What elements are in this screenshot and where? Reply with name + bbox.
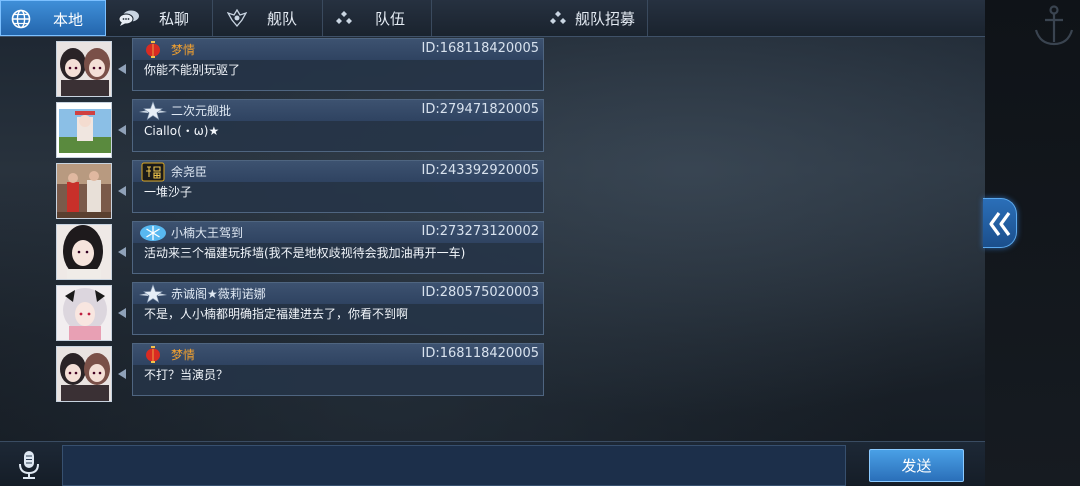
avatar[interactable] [56,41,112,97]
snowflake-badge-icon [139,223,167,243]
fleet-emblem-icon [226,8,248,31]
message-text: Ciallo(・ω)★ [144,124,220,138]
avatar[interactable] [56,285,112,341]
sender-id: ID:168118420005 [421,346,539,361]
avatar[interactable] [56,224,112,280]
anchor-icon [1030,4,1078,48]
avatar[interactable] [56,346,112,402]
message-header: 小楠大王驾到 ID:273273120002 [133,222,543,243]
chat-message[interactable]: 余尧臣 ID:243392920005 一堆沙子 [132,160,544,213]
tab-fleet-recruit-label: 舰队招募 [575,10,636,28]
chat-message[interactable]: 二次元舰批 ID:279471820005 Ciallo(・ω)★ [132,99,544,152]
recruit-dots-icon [549,11,567,29]
chat-bubbles-icon [118,9,140,31]
message-pointer [118,186,126,196]
message-pointer [118,369,126,379]
microphone-icon [19,451,39,479]
sender-name[interactable]: 小楠大王驾到 [171,224,243,241]
message-text: 不打？当演员？ [144,368,229,382]
message-pointer [118,247,126,257]
avatar[interactable] [56,102,112,158]
tab-team[interactable]: 队伍 [323,0,432,36]
tab-fleet-label: 舰队 [267,10,298,28]
lantern-badge-icon [139,345,167,365]
tab-local-label: 本地 [53,11,84,29]
chat-input-bar: 发送 [0,441,985,486]
chat-message[interactable]: 梦情 ID:168118420005 不打？当演员？ [132,343,544,396]
tab-private-chat-label: 私聊 [159,10,190,28]
message-text: 不是，人小楠都明确指定福建进去了，你看不到啊 [144,307,409,321]
sender-name[interactable]: 梦情 [171,41,195,58]
chat-message[interactable]: 小楠大王驾到 ID:273273120002 活动来三个福建玩拆墙(我不是地权歧… [132,221,544,274]
message-header: 赤诚阁★薇莉诺娜 ID:280575020003 [133,283,543,304]
sender-name[interactable]: 赤诚阁★薇莉诺娜 [171,285,266,302]
tab-local[interactable]: 本地 [0,0,106,36]
message-pointer [118,125,126,135]
tab-fleet[interactable]: 舰队 [213,0,323,36]
chat-message-input[interactable] [62,445,846,486]
fu-character-badge-icon [139,162,167,182]
avatar[interactable] [56,163,112,219]
send-button[interactable]: 发送 [869,449,964,482]
message-header: 梦情 ID:168118420005 [133,39,543,60]
message-text: 活动来三个福建玩拆墙(我不是地权歧视待会我加油再开一车) [144,246,466,260]
message-header: 二次元舰批 ID:279471820005 [133,100,543,121]
channel-tab-bar: 本地 私聊 舰队 队伍 舰队招募 [0,0,985,37]
globe-icon [11,9,31,33]
chat-message[interactable]: 赤诚阁★薇莉诺娜 ID:280575020003 不是，人小楠都明确指定福建进去… [132,282,544,335]
message-text: 一堆沙子 [144,185,193,199]
sender-name[interactable]: 梦情 [171,346,195,363]
double-chevron-left-icon [989,212,1011,236]
sender-name[interactable]: 二次元舰批 [171,102,231,119]
chat-message[interactable]: 梦情 ID:168118420005 你能不能别玩驱了 [132,38,544,91]
collapse-panel-button[interactable] [983,198,1017,248]
sender-id: ID:273273120002 [421,224,539,239]
message-header: 梦情 ID:168118420005 [133,344,543,365]
sender-id: ID:168118420005 [421,41,539,56]
voice-input-button[interactable] [14,449,44,481]
message-pointer [118,308,126,318]
sender-id: ID:280575020003 [421,285,539,300]
team-dots-icon [335,11,353,29]
tab-private-chat[interactable]: 私聊 [106,0,213,36]
star-wing-badge-icon [139,101,167,121]
sender-id: ID:279471820005 [421,102,539,117]
tab-team-label: 队伍 [375,10,406,28]
message-pointer [118,64,126,74]
message-header: 余尧臣 ID:243392920005 [133,161,543,182]
chat-screen: 本地 私聊 舰队 队伍 舰队招募 梦情 ID:168118420005 你能不能… [0,0,985,486]
star-wing-badge-icon [139,284,167,304]
tab-fleet-recruit[interactable]: 舰队招募 [432,0,648,36]
lantern-badge-icon [139,40,167,60]
sender-name[interactable]: 余尧臣 [171,163,207,180]
message-text: 你能不能别玩驱了 [144,63,241,77]
sender-id: ID:243392920005 [421,163,539,178]
